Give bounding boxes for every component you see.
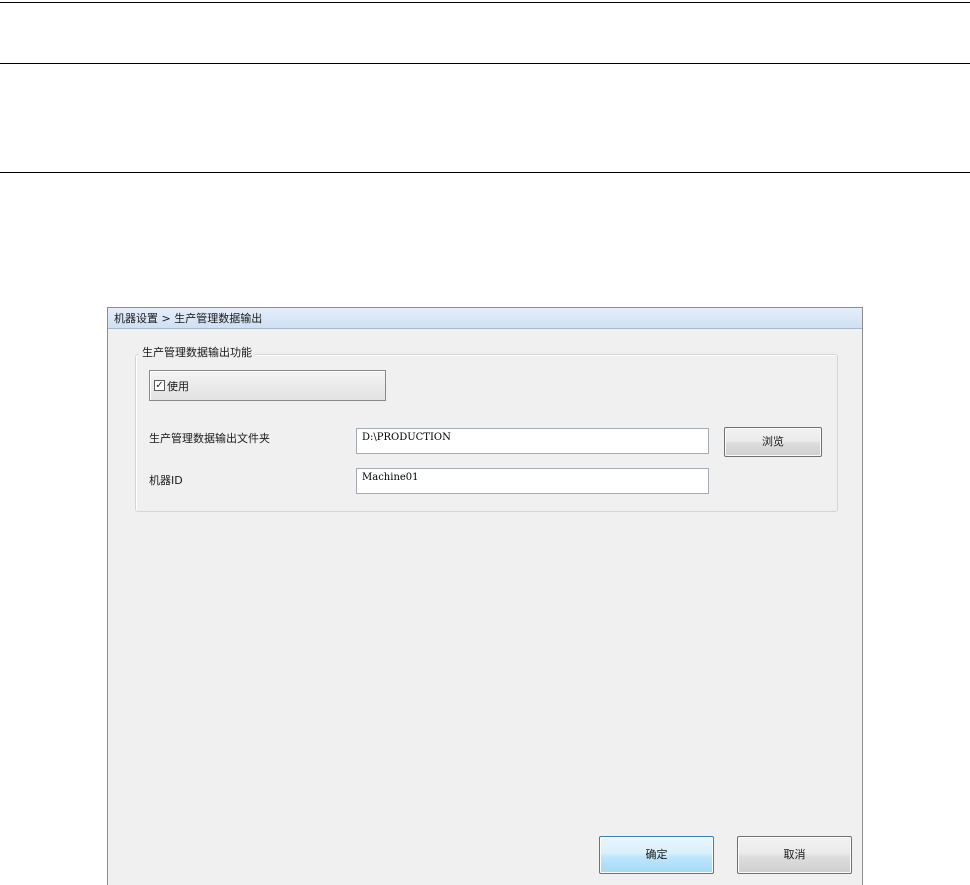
enable-output-label: 使用 <box>167 379 189 393</box>
group-legend: 生产管理数据输出功能 <box>139 346 255 360</box>
ok-button[interactable]: 确定 <box>599 836 714 874</box>
checkbox-checked-icon[interactable]: ✓ <box>154 380 165 391</box>
cancel-button[interactable]: 取消 <box>737 836 852 874</box>
machine-id-label: 机器ID <box>149 474 183 487</box>
settings-dialog: 机器设置 > 生产管理数据输出 生产管理数据输出功能 ✓ 使用 生产管理数据输出… <box>107 307 863 885</box>
page: 机器设置 > 生产管理数据输出 生产管理数据输出功能 ✓ 使用 生产管理数据输出… <box>0 0 970 885</box>
machine-id-input[interactable]: Machine01 <box>356 468 709 494</box>
middle-rule <box>0 63 970 64</box>
dialog-titlebar: 机器设置 > 生产管理数据输出 <box>108 308 862 329</box>
browse-button[interactable]: 浏览 <box>724 427 822 457</box>
bottom-rule <box>0 172 970 173</box>
output-folder-input[interactable]: D:\PRODUCTION <box>356 428 709 454</box>
enable-output-toggle[interactable]: ✓ 使用 <box>149 370 386 401</box>
dialog-title: 机器设置 > 生产管理数据输出 <box>114 312 263 325</box>
top-rule <box>0 2 970 3</box>
output-folder-label: 生产管理数据输出文件夹 <box>149 432 270 445</box>
